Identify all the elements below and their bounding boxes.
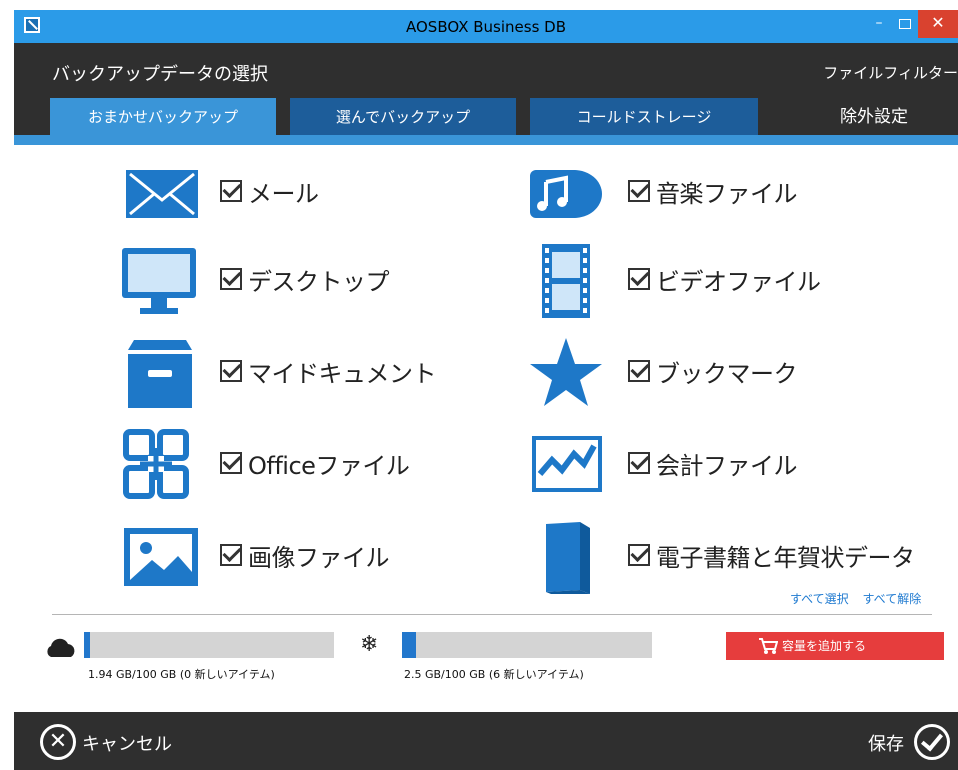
- tab-underline: [14, 135, 958, 145]
- tab-auto-backup[interactable]: おまかせバックアップ: [50, 98, 276, 136]
- star-icon: [530, 338, 602, 406]
- cold-storage-fill: [402, 632, 416, 658]
- maximize-icon: [899, 19, 911, 29]
- bookmarks-checkbox[interactable]: [628, 360, 650, 382]
- file-filter-link[interactable]: ファイルフィルター: [823, 62, 958, 83]
- selection-links: すべて選択 すべて解除: [790, 590, 931, 607]
- tab-cold-storage[interactable]: コールドストレージ: [530, 98, 758, 136]
- minimize-button[interactable]: –: [866, 10, 892, 38]
- cold-storage-bar: [402, 632, 652, 658]
- ebooks-label: 電子書籍と年賀状データ: [656, 544, 915, 572]
- cart-icon: [759, 638, 778, 654]
- category-bookmarks: ブックマーク: [14, 336, 958, 410]
- title-bar[interactable]: AOSBOX Business DB – ✕: [14, 10, 958, 43]
- cloud-storage-text: 1.94 GB/100 GB (0 新しいアイテム): [88, 668, 275, 681]
- book-icon: [546, 522, 590, 594]
- category-accounting: 会計ファイル: [14, 428, 958, 502]
- music-label: 音楽ファイル: [656, 180, 798, 208]
- cold-storage-text: 2.5 GB/100 GB (6 新しいアイテム): [404, 668, 584, 681]
- music-icon: [530, 170, 602, 218]
- close-button[interactable]: ✕: [918, 10, 958, 38]
- save-label: 保存: [868, 734, 904, 755]
- music-checkbox[interactable]: [628, 180, 650, 202]
- cloud-storage-fill: [84, 632, 90, 658]
- chart-line-icon: [532, 436, 602, 492]
- cloud-storage-bar: [84, 632, 334, 658]
- accounting-checkbox[interactable]: [628, 452, 650, 474]
- header: バックアップデータの選択 ファイルフィルター おまかせバックアップ 選んでバック…: [14, 43, 958, 143]
- cloud-icon: [47, 638, 75, 657]
- save-button[interactable]: 保存: [850, 724, 950, 760]
- cancel-label: キャンセル: [82, 734, 172, 755]
- category-music: 音楽ファイル: [14, 156, 958, 230]
- maximize-button[interactable]: [892, 10, 918, 38]
- add-capacity-button[interactable]: 容量を追加する: [726, 632, 944, 660]
- tab-select-backup[interactable]: 選んでバックアップ: [290, 98, 516, 136]
- accounting-label: 会計ファイル: [656, 452, 798, 480]
- check-circle-icon: [914, 724, 950, 760]
- footer: ✕ キャンセル 保存: [14, 712, 958, 770]
- close-circle-icon: ✕: [40, 724, 76, 760]
- add-capacity-label: 容量を追加する: [782, 639, 867, 653]
- video-checkbox[interactable]: [628, 268, 650, 290]
- category-ebooks: 電子書籍と年賀状データ: [14, 520, 958, 594]
- deselect-all-link[interactable]: すべて解除: [863, 592, 922, 606]
- select-all-link[interactable]: すべて選択: [790, 592, 849, 606]
- window-title: AOSBOX Business DB: [406, 18, 566, 36]
- app-window: AOSBOX Business DB – ✕ バックアップデータの選択 ファイル…: [14, 10, 958, 770]
- tab-exclusion-settings[interactable]: 除外設定: [814, 98, 934, 136]
- page-title: バックアップデータの選択: [52, 64, 268, 85]
- divider: [52, 614, 932, 615]
- category-video: ビデオファイル: [14, 244, 958, 318]
- snowflake-icon: ❄: [360, 632, 379, 657]
- film-icon: [542, 244, 590, 318]
- ebooks-checkbox[interactable]: [628, 544, 650, 566]
- video-label: ビデオファイル: [656, 268, 821, 296]
- bookmarks-label: ブックマーク: [656, 360, 798, 388]
